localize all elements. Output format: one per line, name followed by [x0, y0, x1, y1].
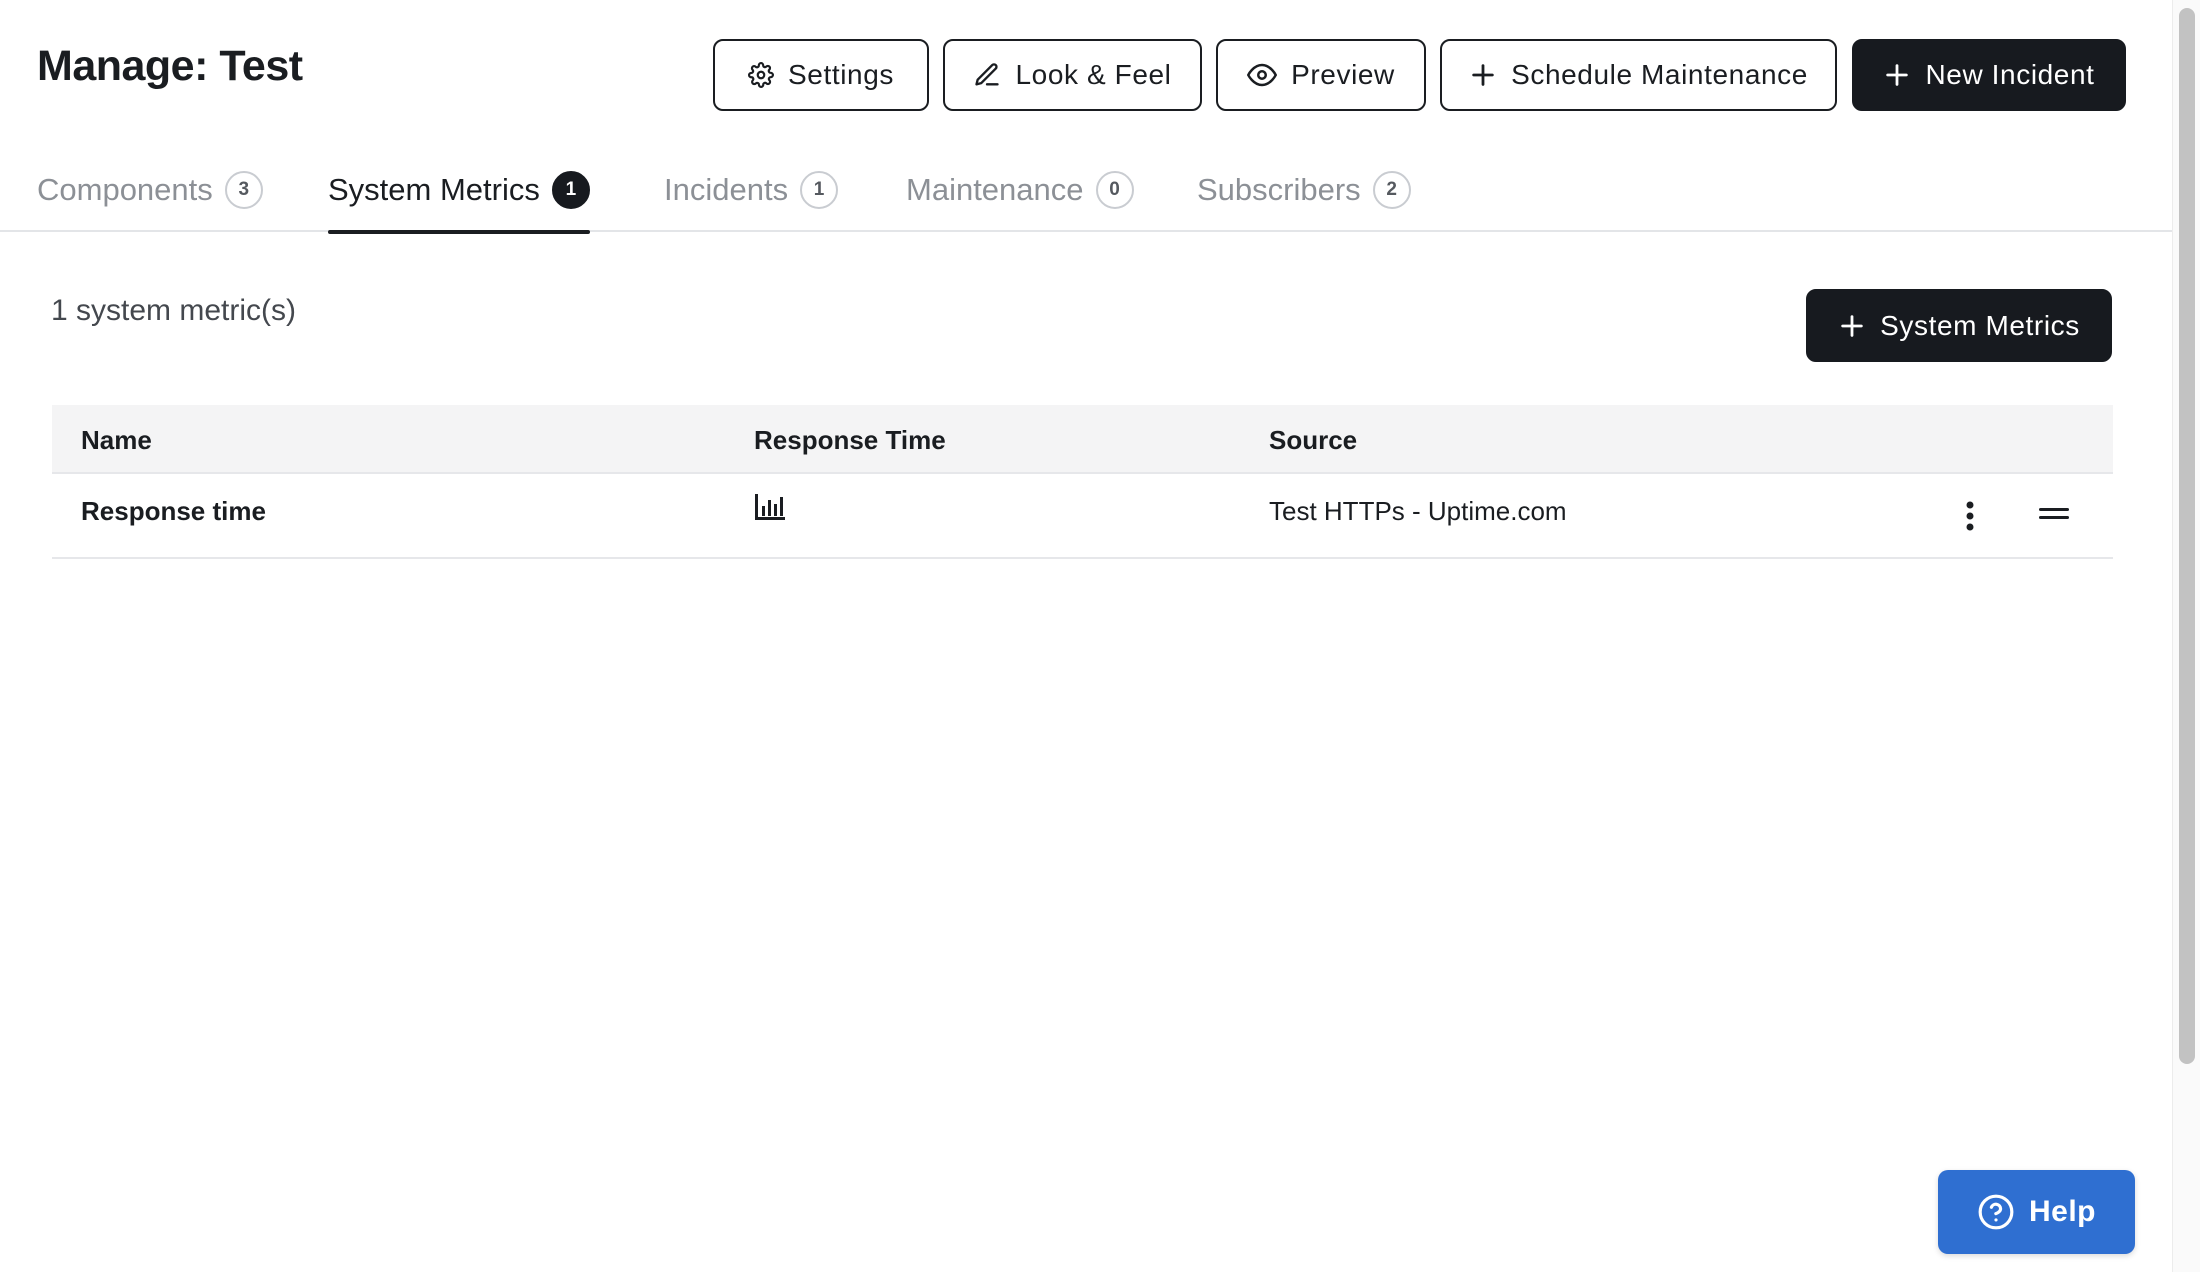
more-options-icon[interactable] [1964, 500, 1976, 537]
plus-icon [1886, 64, 1909, 86]
add-system-metric-label: System Metrics [1880, 309, 2080, 341]
look-and-feel-button[interactable]: Look & Feel [943, 39, 1202, 111]
add-system-metric-button[interactable]: System Metrics [1806, 289, 2112, 362]
tab-incidents[interactable]: Incidents 1 [664, 160, 839, 232]
tab-components[interactable]: Components 3 [37, 160, 263, 232]
drag-handle-icon[interactable] [2038, 506, 2070, 527]
tab-bar: Components 3 System Metrics 1 Incidents … [0, 160, 2172, 234]
table-header: Name Response Time Source [52, 405, 2113, 474]
new-incident-button[interactable]: New Incident [1852, 39, 2126, 111]
tab-label: Maintenance [906, 172, 1084, 207]
question-circle-icon [1978, 1194, 2014, 1230]
tab-count-badge: 2 [1372, 171, 1411, 209]
tab-label: Subscribers [1197, 172, 1361, 207]
eye-icon [1247, 63, 1278, 87]
tab-system-metrics[interactable]: System Metrics 1 [328, 160, 590, 234]
metrics-table: Name Response Time Source Response time … [52, 405, 2113, 559]
metrics-count-text: 1 system metric(s) [51, 294, 297, 327]
tab-label: System Metrics [328, 172, 540, 207]
tab-label: Components [37, 172, 213, 207]
help-button[interactable]: Help [1938, 1170, 2135, 1254]
bar-chart-icon[interactable] [754, 492, 786, 527]
settings-button[interactable]: Settings [713, 39, 929, 111]
tab-label: Incidents [664, 172, 789, 207]
table-row[interactable]: Response time Test HTTPs - Uptime.com [52, 474, 2113, 559]
column-header-name: Name [81, 425, 152, 455]
tab-subscribers[interactable]: Subscribers 2 [1197, 160, 1411, 232]
plus-icon [1841, 314, 1863, 337]
pencil-icon [975, 63, 1000, 86]
preview-label: Preview [1291, 59, 1395, 90]
tab-count-badge: 3 [224, 171, 263, 209]
metric-source: Test HTTPs - Uptime.com [1269, 496, 1567, 526]
tab-count-badge: 0 [1095, 171, 1134, 209]
schedule-maintenance-label: Schedule Maintenance [1511, 59, 1808, 90]
column-header-source: Source [1269, 425, 1358, 455]
preview-button[interactable]: Preview [1216, 39, 1426, 111]
settings-label: Settings [788, 59, 894, 90]
new-incident-label: New Incident [1925, 59, 2095, 90]
scrollbar[interactable] [2172, 0, 2200, 1272]
plus-icon [1472, 64, 1494, 86]
scrollbar-thumb[interactable] [2179, 8, 2195, 1064]
tab-maintenance[interactable]: Maintenance 0 [906, 160, 1134, 232]
column-header-response-time: Response Time [754, 425, 946, 455]
tab-count-badge: 1 [800, 171, 839, 209]
look-and-feel-label: Look & Feel [1015, 59, 1172, 90]
page-title: Manage: Test [37, 42, 303, 90]
page: Manage: Test Settings Look & Feel Previe… [0, 0, 2200, 1272]
help-label: Help [2028, 1195, 2096, 1228]
gear-icon [748, 62, 774, 88]
tab-count-badge: 1 [551, 171, 590, 209]
schedule-maintenance-button[interactable]: Schedule Maintenance [1440, 39, 1837, 111]
metric-name: Response time [81, 496, 266, 526]
